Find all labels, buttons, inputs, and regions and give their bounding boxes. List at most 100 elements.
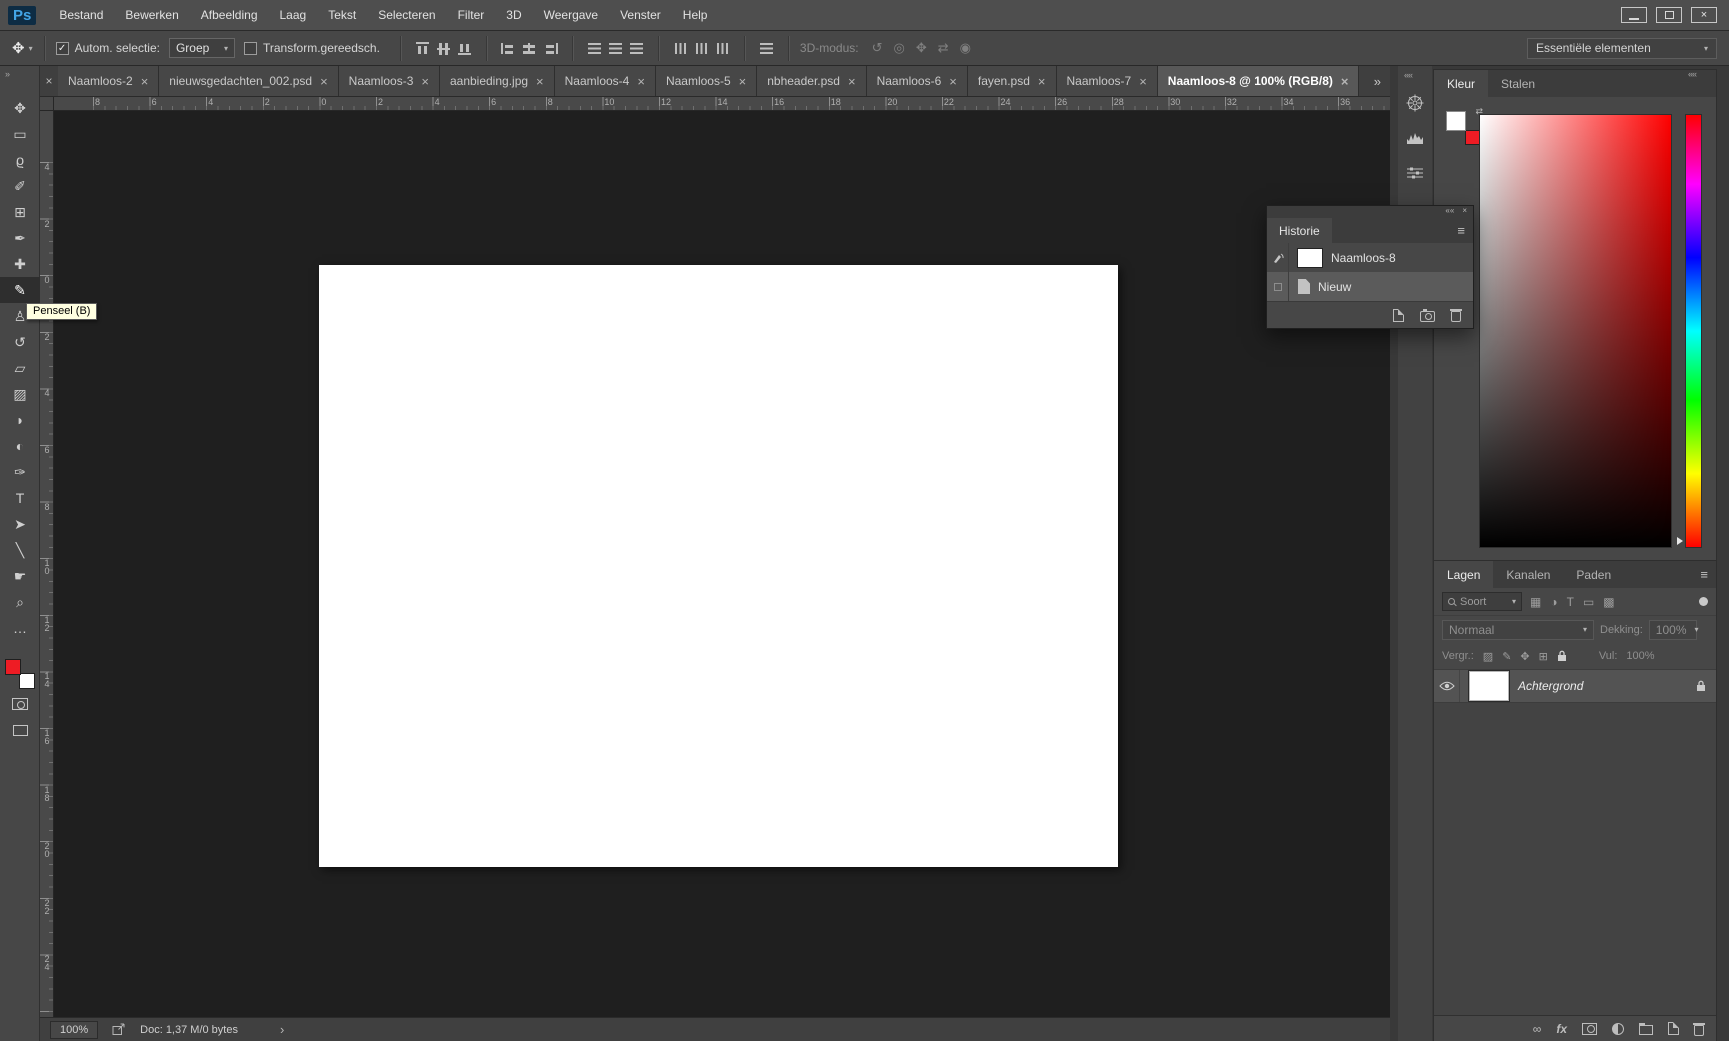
filter-shape-layers-icon[interactable]: ▭ (1583, 595, 1594, 609)
foreground-color-swatch[interactable] (1446, 111, 1466, 131)
new-document-from-state-icon[interactable] (1393, 309, 1404, 322)
align-top-edges-icon[interactable] (414, 41, 431, 56)
menu-item[interactable]: Laag (269, 0, 318, 30)
saturation-brightness-picker[interactable] (1479, 114, 1672, 548)
eraser-tool[interactable]: ▱ (0, 355, 40, 381)
menu-item[interactable]: Weergave (533, 0, 609, 30)
align-horizontal-centers-icon[interactable] (521, 41, 538, 56)
minimize-button[interactable] (1621, 7, 1647, 23)
properties-panel-icon[interactable] (1401, 160, 1429, 186)
pen-tool[interactable]: ✑ (0, 459, 40, 485)
show-transform-controls-checkbox[interactable]: ✓ (244, 42, 257, 55)
history-panel-tab[interactable]: Historie (1267, 218, 1332, 243)
layer-filter-toggle[interactable] (1699, 597, 1708, 606)
color-panel-swatches[interactable]: ⇄ (1446, 111, 1480, 145)
panel-menu-icon[interactable]: ≡ (1700, 567, 1708, 582)
tab-close-icon[interactable]: × (536, 74, 544, 89)
tab-close-icon[interactable]: × (949, 74, 957, 89)
hue-slider-marker[interactable] (1677, 537, 1683, 545)
tab-close-icon[interactable]: × (1341, 74, 1349, 89)
line-tool[interactable]: ╲ (0, 537, 40, 563)
add-layer-mask-icon[interactable] (1582, 1023, 1597, 1035)
history-brush-source-well[interactable] (1267, 272, 1289, 301)
hue-slider[interactable] (1685, 114, 1702, 548)
tab-close-icon[interactable]: × (739, 74, 747, 89)
distribute-vertical-centers-icon[interactable] (607, 41, 624, 56)
document-tab[interactable]: aanbieding.jpg × (440, 66, 555, 96)
lock-artboard-icon[interactable]: ⊞ (1539, 650, 1548, 663)
align-left-edges-icon[interactable] (500, 41, 517, 56)
blend-mode-dropdown[interactable]: Normaal ▾ (1442, 620, 1594, 640)
document-tab[interactable]: Naamloos-6 × (867, 66, 968, 96)
edit-toolbar-toggle[interactable]: … (0, 615, 40, 641)
menu-item[interactable]: Tekst (317, 0, 367, 30)
rectangular-marquee-tool[interactable]: ▭ (0, 121, 40, 147)
status-chevron-icon[interactable]: › (280, 1022, 284, 1037)
filter-adjustment-layers-icon[interactable]: ◑ (1550, 595, 1557, 609)
tab-close-icon[interactable]: × (1139, 74, 1147, 89)
zoom-tool[interactable]: ⌕ (0, 589, 40, 615)
history-state-row[interactable]: Naamloos-8 (1267, 243, 1473, 272)
background-color-swatch[interactable] (1465, 130, 1480, 145)
tab-overflow-icon[interactable]: » (1364, 74, 1390, 89)
link-layers-icon[interactable]: ∞ (1533, 1023, 1542, 1035)
menu-item[interactable]: Filter (447, 0, 496, 30)
menu-item[interactable]: Venster (609, 0, 672, 30)
gradient-tool[interactable]: ▨ (0, 381, 40, 407)
screen-mode-button[interactable] (0, 717, 40, 743)
3d-drag-icon[interactable]: ✥ (916, 40, 927, 56)
blur-tool[interactable]: ◗ (0, 407, 40, 433)
panel-menu-icon[interactable]: ≡ (1457, 223, 1465, 238)
distribute-spacing-icon[interactable] (758, 41, 775, 56)
horizontal-ruler[interactable]: 8642024681012141618202224262830323436 (54, 97, 1390, 111)
new-snapshot-icon[interactable] (1420, 311, 1435, 322)
vertical-ruler[interactable]: 42024681012141618202224 (40, 111, 54, 1017)
tab-close-icon[interactable]: × (421, 74, 429, 89)
lock-all-icon[interactable] (1557, 650, 1567, 662)
layer-thumbnail[interactable] (1469, 671, 1509, 701)
align-bottom-edges-icon[interactable] (456, 41, 473, 56)
type-tool[interactable]: T (0, 485, 40, 511)
lock-position-icon[interactable]: ✥ (1520, 650, 1529, 663)
workspace-switcher[interactable]: Essentiële elementen ▾ (1527, 38, 1717, 59)
panel-tab[interactable]: Stalen (1488, 70, 1548, 97)
distribute-horizontal-centers-icon[interactable] (693, 41, 710, 56)
panel-collapse-icon[interactable]: «« (1445, 207, 1454, 218)
auto-select-target-dropdown[interactable]: Groep ▾ (169, 38, 235, 58)
maximize-button[interactable] (1656, 7, 1682, 23)
foreground-color-swatch[interactable] (5, 659, 21, 675)
navigator-panel-icon[interactable] (1401, 90, 1429, 116)
document-tab[interactable]: fayen.psd × (968, 66, 1057, 96)
tab-close-icon[interactable]: × (637, 74, 645, 89)
move-tool[interactable]: ✥ (0, 95, 40, 121)
document-tab[interactable]: nbheader.psd × (757, 66, 866, 96)
3d-slide-icon[interactable]: ⇄ (938, 40, 949, 56)
eyedropper-tool[interactable]: ✒ (0, 225, 40, 251)
layer-style-icon[interactable]: fx (1556, 1023, 1567, 1035)
new-group-icon[interactable] (1639, 1025, 1653, 1035)
background-color-swatch[interactable] (19, 673, 35, 689)
tab-close-leading-icon[interactable]: × (40, 66, 58, 96)
distribute-right-edges-icon[interactable] (714, 41, 731, 56)
brush-tool[interactable]: ✎ (0, 277, 40, 303)
delete-state-icon[interactable] (1451, 311, 1461, 322)
panel-tab[interactable]: Paden (1563, 561, 1624, 588)
quick-mask-mode-button[interactable] (0, 691, 40, 717)
3d-scale-icon[interactable]: ◉ (960, 40, 971, 56)
distribute-left-edges-icon[interactable] (672, 41, 689, 56)
layer-filter-type-dropdown[interactable]: Soort ▾ (1442, 592, 1522, 611)
layer-visibility-toggle[interactable] (1434, 670, 1460, 702)
delete-layer-icon[interactable] (1694, 1025, 1704, 1036)
tab-close-icon[interactable]: × (1038, 74, 1046, 89)
toolbar-collapse-icon[interactable]: » (0, 66, 39, 82)
document-tab[interactable]: Naamloos-5 × (656, 66, 757, 96)
tab-close-icon[interactable]: × (320, 74, 328, 89)
document-tab[interactable]: Naamloos-2 × (58, 66, 159, 96)
history-state-row[interactable]: Nieuw (1267, 272, 1473, 301)
layer-row[interactable]: Achtergrond (1434, 669, 1716, 703)
filter-smart-objects-icon[interactable]: ▩ (1603, 595, 1614, 609)
document-tab[interactable]: Naamloos-4 × (555, 66, 656, 96)
document-tab[interactable]: nieuwsgedachten_002.psd × (159, 66, 338, 96)
lasso-tool[interactable]: ϱ (0, 147, 40, 173)
tool-preset-picker[interactable]: ✥ ▾ (12, 39, 33, 57)
